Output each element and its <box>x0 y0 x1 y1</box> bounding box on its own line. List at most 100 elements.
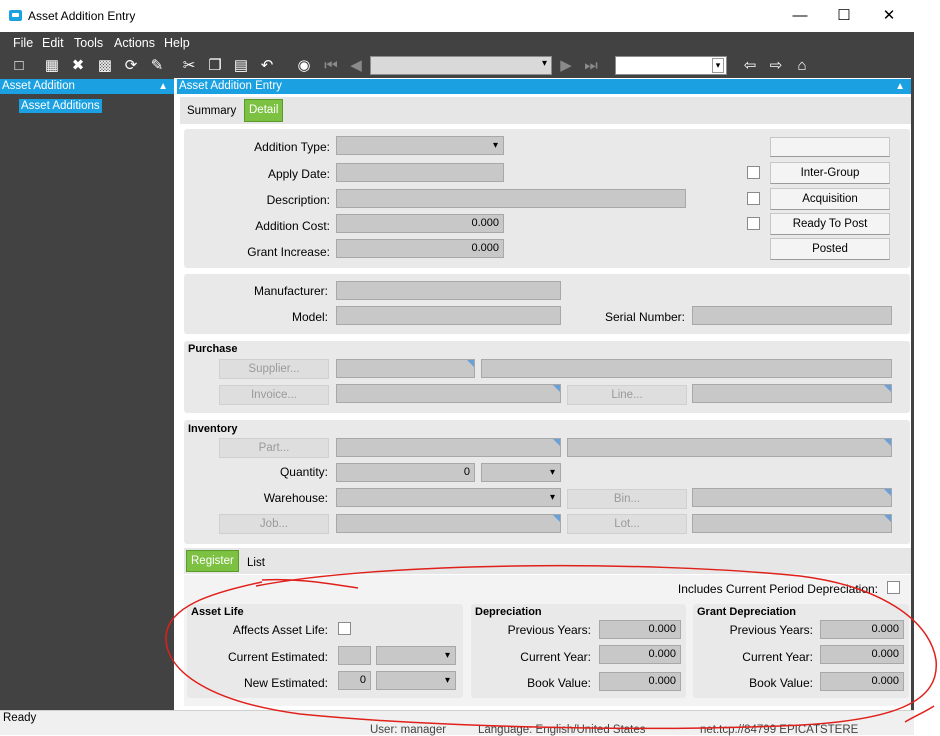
line-input[interactable] <box>692 384 892 403</box>
new-estimated-unit-select[interactable] <box>376 671 456 690</box>
grant-previous-years-input[interactable]: 0.000 <box>820 620 904 639</box>
description-label: Description: <box>266 193 330 207</box>
grant-current-year-label: Current Year: <box>742 650 813 664</box>
depreciation-book-value-input[interactable]: 0.000 <box>599 672 681 691</box>
chevron-down-icon: ▾ <box>712 58 724 73</box>
uom-select[interactable] <box>481 463 561 482</box>
blank-button[interactable] <box>770 137 890 157</box>
current-estimated-input[interactable] <box>338 646 371 665</box>
current-estimated-unit-select[interactable] <box>376 646 456 665</box>
back-icon[interactable]: ⇦ <box>740 56 760 76</box>
tab-detail[interactable]: Detail <box>244 99 284 122</box>
job-input[interactable] <box>336 514 561 533</box>
ready-to-post-checkbox[interactable] <box>747 217 760 230</box>
main-panel-title: Asset Addition Entry <box>179 80 282 92</box>
new-estimated-label: New Estimated: <box>243 676 328 690</box>
quantity-label: Quantity: <box>279 465 328 479</box>
search-binoculars-icon[interactable]: ◉ <box>294 56 314 76</box>
tree-item-asset-additions[interactable]: Asset Additions <box>19 99 102 113</box>
undo-icon[interactable]: ↶ <box>257 56 277 76</box>
app-icon <box>9 10 22 21</box>
supplier-name-input[interactable] <box>481 359 892 378</box>
close-button[interactable]: ✕ <box>874 6 904 26</box>
delete-icon[interactable]: ✖ <box>68 56 88 76</box>
serial-number-input[interactable] <box>692 306 892 325</box>
affects-asset-life-checkbox[interactable] <box>338 622 351 635</box>
posted-button[interactable]: Posted <box>770 238 890 260</box>
part-description-input[interactable] <box>567 438 892 457</box>
warehouse-select[interactable] <box>336 488 561 507</box>
lot-input[interactable] <box>692 514 892 533</box>
bin-button[interactable]: Bin... <box>567 489 687 509</box>
tab-summary[interactable]: Summary <box>187 105 236 117</box>
home-icon[interactable]: ⌂ <box>792 56 812 76</box>
acquisition-checkbox[interactable] <box>747 192 760 205</box>
chevron-down-icon: ▾ <box>541 58 547 69</box>
record-navigator-dropdown[interactable]: ▾ <box>370 56 552 75</box>
forward-icon[interactable]: ⇨ <box>766 56 786 76</box>
asset-life-title: Asset Life <box>191 606 244 618</box>
acquisition-button[interactable]: Acquisition <box>770 188 890 210</box>
job-button[interactable]: Job... <box>219 514 329 534</box>
previous-record-icon[interactable]: ◀ <box>346 56 366 76</box>
invoice-button[interactable]: Invoice... <box>219 385 329 405</box>
grant-book-value-input[interactable]: 0.000 <box>820 672 904 691</box>
pin-icon[interactable]: ▲ <box>158 79 168 94</box>
description-input[interactable] <box>336 189 686 208</box>
supplier-id-input[interactable] <box>336 359 475 378</box>
depreciation-previous-years-input[interactable]: 0.000 <box>599 620 681 639</box>
menu-edit[interactable]: Edit <box>42 36 64 50</box>
save-icon[interactable]: ▦ <box>42 56 62 76</box>
grant-current-year-input[interactable]: 0.000 <box>820 645 904 664</box>
menu-help[interactable]: Help <box>164 36 190 50</box>
copy-icon[interactable]: ❐ <box>205 56 225 76</box>
current-estimated-label: Current Estimated: <box>227 650 328 664</box>
tab-register[interactable]: Register <box>186 550 239 572</box>
refresh-icon[interactable]: ⟳ <box>121 56 141 76</box>
part-button[interactable]: Part... <box>219 438 329 458</box>
status-server: net.tcp://84799 EPICATSTERE <box>700 724 859 736</box>
depreciation-previous-years-label: Previous Years: <box>507 623 591 637</box>
addition-cost-input[interactable]: 0.000 <box>336 214 504 233</box>
left-panel <box>0 78 174 710</box>
addition-type-select[interactable] <box>336 136 504 155</box>
depreciation-current-year-label: Current Year: <box>520 650 591 664</box>
clipboard-icon[interactable]: ▩ <box>95 56 115 76</box>
pin-icon[interactable]: ▲ <box>895 79 905 94</box>
quantity-input[interactable]: 0 <box>336 463 475 482</box>
depreciation-current-year-input[interactable]: 0.000 <box>599 645 681 664</box>
minimize-button[interactable]: — <box>785 6 815 26</box>
paste-icon[interactable]: ▤ <box>231 56 251 76</box>
includes-current-period-checkbox[interactable] <box>887 581 900 594</box>
model-input[interactable] <box>336 306 561 325</box>
part-number-input[interactable] <box>336 438 561 457</box>
bin-input[interactable] <box>692 488 892 507</box>
apply-date-input[interactable] <box>336 163 504 182</box>
new-estimated-input[interactable]: 0 <box>338 671 371 690</box>
filter-dropdown[interactable]: ▾ <box>615 56 727 75</box>
manufacturer-input[interactable] <box>336 281 561 300</box>
clear-broom-icon[interactable]: ✎ <box>147 56 167 76</box>
first-record-icon[interactable]: ⏮ <box>321 56 341 76</box>
line-button[interactable]: Line... <box>567 385 687 405</box>
inter-group-button[interactable]: Inter-Group <box>770 162 890 184</box>
grant-increase-input[interactable]: 0.000 <box>336 239 504 258</box>
next-record-icon[interactable]: ▶ <box>556 56 576 76</box>
menu-actions[interactable]: Actions <box>114 36 155 50</box>
cut-icon[interactable]: ✂ <box>179 56 199 76</box>
last-record-icon[interactable]: ⏭ <box>581 56 601 76</box>
menu-tools[interactable]: Tools <box>74 36 103 50</box>
new-icon[interactable]: □ <box>9 56 29 76</box>
grant-book-value-label: Book Value: <box>749 676 813 690</box>
includes-current-period-label: Includes Current Period Depreciation: <box>677 582 878 596</box>
grant-previous-years-label: Previous Years: <box>729 623 813 637</box>
tab-list[interactable]: List <box>247 557 265 569</box>
maximize-button[interactable]: ☐ <box>829 6 859 26</box>
invoice-input[interactable] <box>336 384 561 403</box>
inter-group-checkbox[interactable] <box>747 166 760 179</box>
supplier-button[interactable]: Supplier... <box>219 359 329 379</box>
lot-button[interactable]: Lot... <box>567 514 687 534</box>
addition-type-label: Addition Type: <box>254 140 330 154</box>
menu-file[interactable]: File <box>13 36 33 50</box>
ready-to-post-button[interactable]: Ready To Post <box>770 213 890 235</box>
